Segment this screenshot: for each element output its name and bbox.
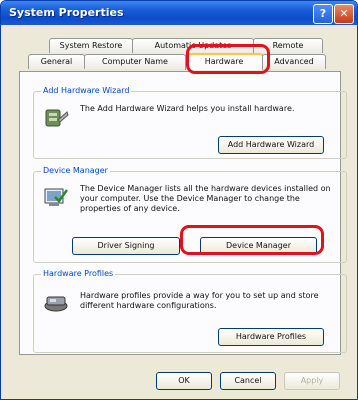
tab-general[interactable]: General xyxy=(28,54,85,69)
add-hardware-wizard-button[interactable]: Add Hardware Wizard xyxy=(218,136,324,154)
tab-label: System Restore xyxy=(59,41,123,50)
group-title: Hardware Profiles xyxy=(41,269,116,278)
apply-button[interactable]: Apply xyxy=(284,372,340,390)
close-icon: ✕ xyxy=(339,7,349,20)
add-hardware-group: Add Hardware Wizard The Add Hardware Wiz… xyxy=(33,86,347,159)
hardware-profiles-icon xyxy=(44,296,68,312)
tab-computer-name[interactable]: Computer Name xyxy=(84,54,186,69)
group-title: Device Manager xyxy=(41,166,110,175)
tab-advanced[interactable]: Advanced xyxy=(262,54,326,69)
tab-label: Hardware xyxy=(204,57,244,66)
help-icon: ? xyxy=(319,7,327,20)
tab-label: Remote xyxy=(272,41,304,50)
tab-label: Computer Name xyxy=(102,57,168,66)
system-properties-window: System Properties ? ✕ System Restore Aut… xyxy=(0,0,358,400)
add-hardware-icon xyxy=(45,109,69,127)
driver-signing-button[interactable]: Driver Signing xyxy=(72,237,180,255)
cancel-button[interactable]: Cancel xyxy=(220,372,276,390)
device-manager-icon xyxy=(44,188,69,206)
tab-label: General xyxy=(40,57,73,66)
hardware-profiles-button[interactable]: Hardware Profiles xyxy=(218,328,324,346)
device-manager-button[interactable]: Device Manager xyxy=(200,237,317,255)
group-title: Add Hardware Wizard xyxy=(41,86,132,95)
hardware-profiles-group: Hardware Profiles Hardware profiles prov… xyxy=(33,269,347,353)
hardware-tab-panel: Add Hardware Wizard The Add Hardware Wiz… xyxy=(19,71,347,355)
group-description: The Add Hardware Wizard helps you instal… xyxy=(80,104,295,113)
tab-remote[interactable]: Remote xyxy=(253,38,323,53)
ok-button[interactable]: OK xyxy=(156,372,212,390)
tab-automatic-updates[interactable]: Automatic Updates xyxy=(132,38,254,53)
tab-label: Advanced xyxy=(274,57,314,66)
title-bar: System Properties ? ✕ xyxy=(1,1,357,25)
group-description: The Device Manager lists all the hardwar… xyxy=(80,184,331,213)
window-title: System Properties xyxy=(9,6,124,19)
tab-system-restore[interactable]: System Restore xyxy=(49,38,133,53)
device-manager-group: Device Manager The Device Manager lists … xyxy=(33,166,347,263)
group-description: Hardware profiles provide a way for you … xyxy=(80,291,319,310)
help-button[interactable]: ? xyxy=(313,4,333,24)
close-button[interactable]: ✕ xyxy=(334,4,354,24)
tab-hardware[interactable]: Hardware xyxy=(185,53,263,70)
tab-label: Automatic Updates xyxy=(154,41,232,50)
